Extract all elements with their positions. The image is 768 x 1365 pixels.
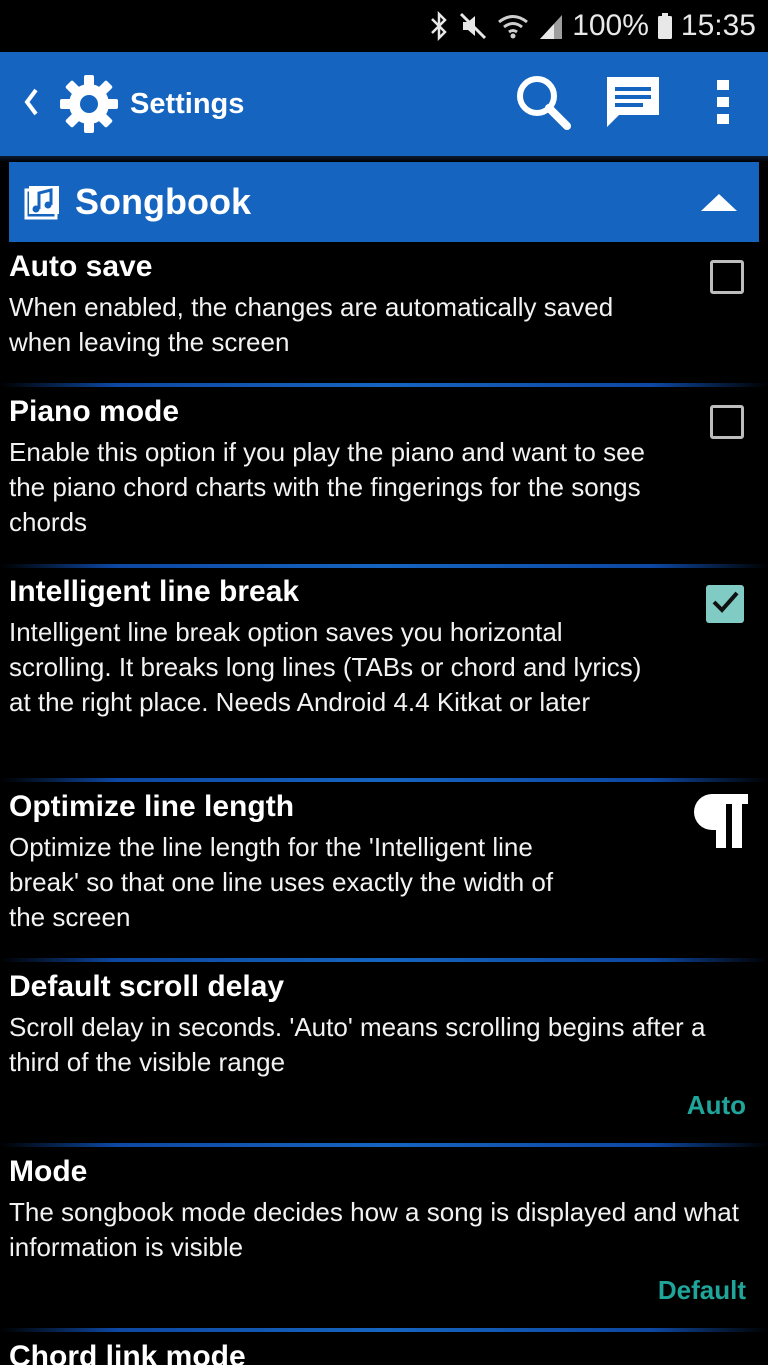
pref-summary: The songbook mode decides how a song is …	[9, 1197, 739, 1262]
songbook-icon	[23, 182, 63, 222]
pref-value: Auto	[686, 1090, 746, 1120]
pref-summary: Enable this option if you play the piano…	[9, 437, 645, 537]
back-button[interactable]	[16, 87, 46, 122]
piano-mode-checkbox[interactable]	[710, 405, 744, 439]
pref-default-scroll-delay[interactable]: Default scroll delay Scroll delay in sec…	[0, 968, 768, 1128]
pref-summary: Intelligent line break option saves you …	[9, 617, 642, 717]
clock: 15:35	[680, 9, 756, 42]
mute-icon	[458, 11, 488, 41]
gear-icon	[56, 71, 122, 137]
divider	[0, 564, 768, 568]
pref-title: Default scroll delay	[9, 970, 285, 1003]
pref-intelligent-line-break[interactable]: Intelligent line break Intelligent line …	[0, 573, 768, 763]
divider	[0, 778, 768, 782]
wifi-icon	[496, 11, 530, 41]
pref-auto-save[interactable]: Auto save When enabled, the changes are …	[0, 248, 768, 368]
page-title: Settings	[130, 87, 245, 120]
pref-value: Default	[657, 1275, 746, 1305]
pref-piano-mode[interactable]: Piano mode Enable this option if you pla…	[0, 393, 768, 553]
section-header-songbook[interactable]: Songbook	[9, 162, 759, 242]
signal-icon	[538, 11, 564, 41]
collapse-icon[interactable]	[699, 162, 739, 242]
toolbar-actions	[498, 52, 768, 156]
search-icon	[513, 72, 573, 137]
divider	[0, 383, 768, 387]
pref-mode[interactable]: Mode The songbook mode decides how a son…	[0, 1153, 768, 1313]
divider	[0, 958, 768, 962]
pref-title: Optimize line length	[9, 790, 295, 823]
more-options-button[interactable]	[678, 52, 768, 156]
battery-icon	[657, 11, 673, 41]
pref-chord-link-mode[interactable]: Chord link mode	[0, 1338, 768, 1365]
pref-summary: Scroll delay in seconds. 'Auto' means sc…	[9, 1012, 706, 1077]
bluetooth-icon	[428, 11, 450, 41]
battery-percent: 100%	[572, 9, 649, 42]
pref-title: Piano mode	[9, 395, 180, 428]
pref-title: Mode	[9, 1155, 88, 1188]
checkmark-icon	[710, 587, 740, 622]
pref-optimize-line-length[interactable]: Optimize line length Optimize the line l…	[0, 788, 768, 948]
section-title: Songbook	[75, 181, 251, 222]
app-toolbar: Settings	[0, 52, 768, 156]
intelligent-line-break-checkbox[interactable]	[706, 585, 744, 623]
chat-button[interactable]	[588, 52, 678, 156]
pref-title: Auto save	[9, 250, 153, 283]
status-bar: 100% 15:35	[0, 0, 768, 52]
pref-summary: When enabled, the changes are automatica…	[9, 292, 614, 357]
pref-title: Intelligent line break	[9, 575, 300, 608]
divider	[0, 1328, 768, 1332]
pref-summary: Optimize the line length for the 'Intell…	[9, 832, 554, 932]
chat-icon	[605, 75, 661, 134]
back-icon	[22, 87, 40, 122]
auto-save-checkbox[interactable]	[710, 260, 744, 294]
more-icon	[715, 78, 731, 131]
divider	[0, 1143, 768, 1147]
pilcrow-icon[interactable]	[690, 792, 750, 855]
search-button[interactable]	[498, 52, 588, 156]
pref-title: Chord link mode	[9, 1340, 246, 1365]
